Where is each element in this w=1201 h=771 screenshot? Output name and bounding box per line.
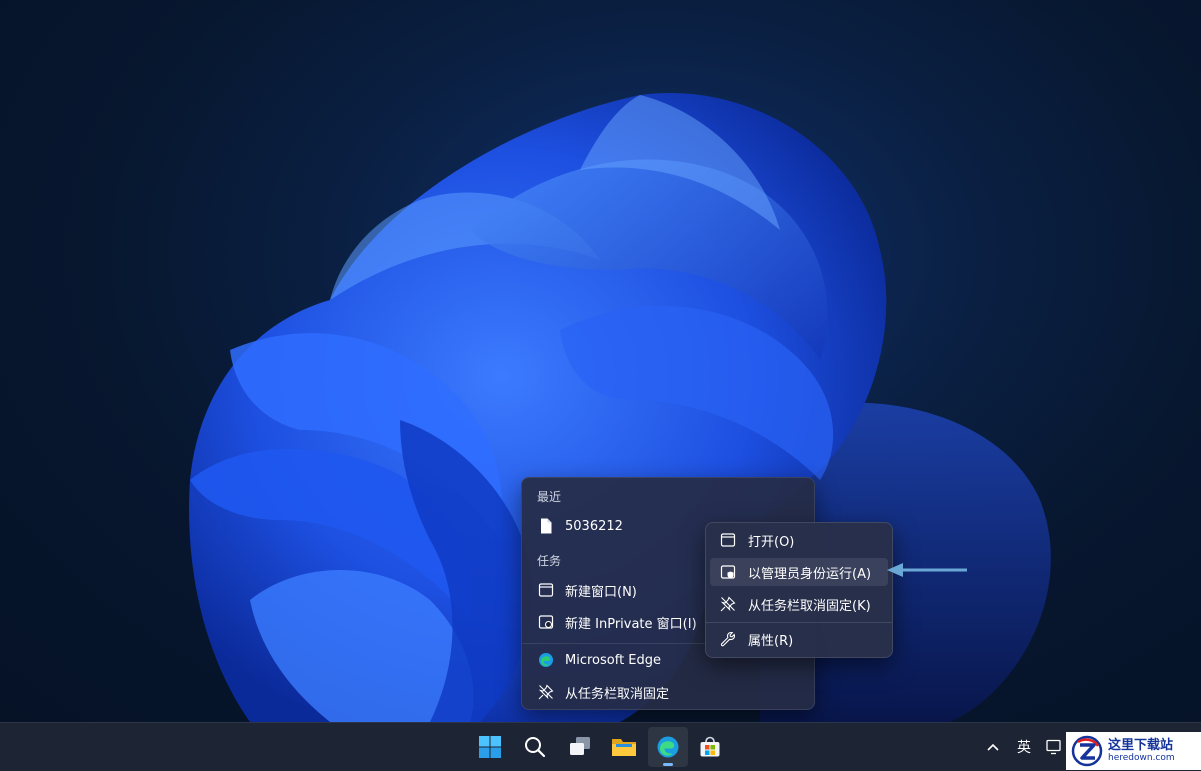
new-window-label: 新建窗口(N) [565, 584, 637, 600]
menu-divider [706, 622, 892, 623]
recent-item-label: 5036212 [565, 518, 623, 534]
chevron-up-icon [987, 743, 999, 751]
task-view-icon [570, 737, 590, 755]
unpin-icon [537, 683, 555, 701]
active-app-indicator [663, 763, 673, 766]
inprivate-window-icon [537, 613, 555, 631]
network-button[interactable] [1042, 727, 1068, 767]
window-icon [719, 531, 737, 549]
input-language-indicator[interactable]: 英 [1017, 737, 1031, 757]
admin-shield-icon [719, 563, 737, 581]
site-watermark: 这里下载站 heredown.com [1066, 732, 1201, 770]
properties-label: 属性(R) [748, 633, 794, 649]
file-explorer-icon [612, 739, 636, 756]
store-button[interactable] [690, 727, 730, 767]
start-icon [479, 736, 501, 758]
edge-icon [657, 736, 679, 758]
app-name-label: Microsoft Edge [565, 652, 662, 668]
show-hidden-icons-button[interactable] [982, 727, 1004, 767]
app-context-menu: 打开(O) 以管理员身份运行(A) 从任务栏取消固定(K) 属性(R) [705, 522, 893, 658]
open-label: 打开(O) [748, 534, 795, 550]
new-inprivate-window-label: 新建 InPrivate 窗口(I) [565, 616, 697, 632]
store-icon [700, 736, 720, 757]
task-view-button[interactable] [560, 727, 600, 767]
edge-icon [537, 651, 555, 669]
unpin-icon [719, 595, 737, 613]
document-icon [537, 517, 555, 535]
taskbar: 英 [0, 722, 1201, 771]
tasks-section-header: 任务 [537, 554, 562, 568]
watermark-domain-text: heredown.com [1108, 753, 1175, 763]
watermark-chinese-text: 这里下载站 [1108, 738, 1174, 753]
window-icon [537, 581, 555, 599]
edge-taskbar-button[interactable] [648, 727, 688, 767]
network-icon [1046, 739, 1061, 755]
wrench-icon [719, 630, 737, 648]
search-button[interactable] [515, 727, 555, 767]
unpin-label: 从任务栏取消固定 [565, 686, 670, 702]
pointer-arrow-icon [887, 563, 967, 577]
start-button[interactable] [470, 727, 510, 767]
unpin-from-taskbar-item[interactable]: 从任务栏取消固定 [530, 677, 806, 707]
run-as-admin-menu-item[interactable]: 以管理员身份运行(A) [710, 558, 888, 586]
search-icon [525, 737, 546, 758]
properties-menu-item[interactable]: 属性(R) [710, 625, 888, 653]
watermark-logo-icon [1071, 735, 1103, 767]
file-explorer-button[interactable] [604, 727, 644, 767]
run-as-admin-label: 以管理员身份运行(A) [748, 566, 872, 582]
open-menu-item[interactable]: 打开(O) [710, 526, 888, 554]
recent-section-header: 最近 [537, 490, 562, 504]
unpin-label: 从任务栏取消固定(K) [748, 598, 871, 614]
unpin-menu-item[interactable]: 从任务栏取消固定(K) [710, 590, 888, 618]
